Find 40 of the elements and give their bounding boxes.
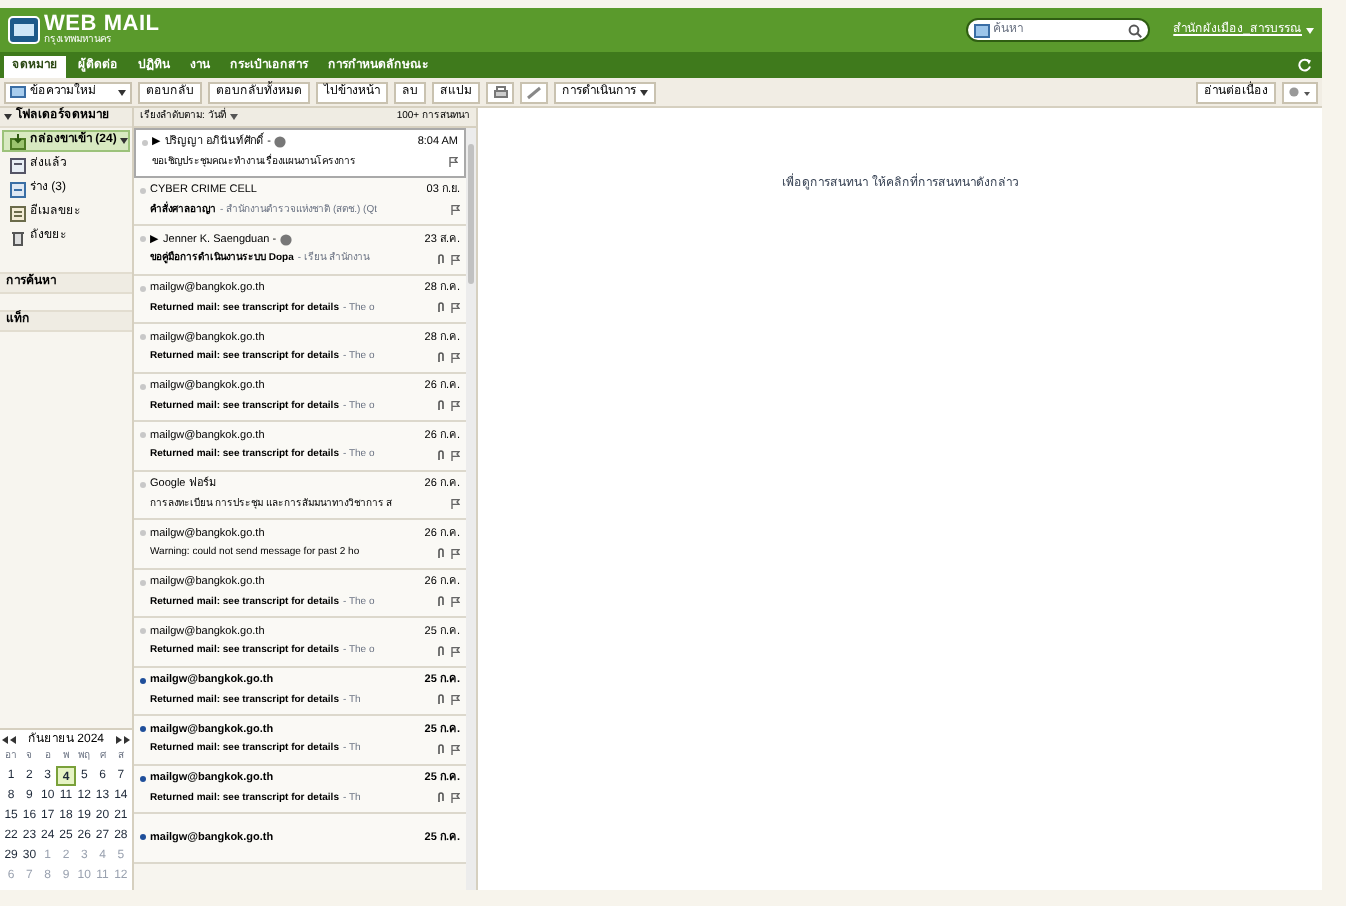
flag-icon	[450, 547, 460, 560]
flag-icon	[450, 351, 460, 364]
caret-icon	[1306, 27, 1314, 33]
caret-icon	[120, 138, 129, 144]
document-icon	[10, 157, 26, 173]
refresh-icon[interactable]	[1298, 58, 1312, 72]
flag-icon	[450, 694, 460, 707]
document-icon	[10, 205, 26, 221]
view-button[interactable]	[1282, 81, 1318, 103]
flag-icon	[450, 253, 460, 266]
flag-icon	[450, 743, 460, 756]
flag-icon	[450, 498, 460, 511]
magnifier-icon	[1288, 85, 1312, 99]
caret-icon	[640, 89, 648, 95]
next-icon[interactable]	[115, 736, 130, 744]
document-icon	[10, 181, 26, 197]
logo-icon	[8, 16, 40, 44]
flag-icon	[450, 204, 460, 217]
flag-icon	[450, 449, 460, 462]
envelope-icon	[10, 86, 26, 98]
previous-icon[interactable]	[2, 736, 16, 744]
scrollbar[interactable]	[466, 128, 476, 890]
trash-icon	[10, 229, 26, 245]
print-button[interactable]	[486, 81, 514, 103]
flag-icon	[448, 156, 458, 169]
tray-icon	[10, 133, 26, 149]
flag-icon	[450, 596, 460, 609]
flag-icon	[450, 302, 460, 315]
flag-icon	[450, 645, 460, 658]
caret-icon	[229, 114, 238, 120]
caret-icon	[4, 114, 12, 120]
flag-icon	[450, 400, 460, 413]
flag-icon	[450, 792, 460, 805]
mail-icon	[973, 23, 990, 37]
caret-icon	[118, 89, 126, 95]
printer-icon	[492, 85, 508, 99]
search-icon	[1127, 23, 1142, 37]
pencil-icon	[526, 85, 542, 99]
tag-button[interactable]	[520, 81, 548, 103]
logo-title: WEB MAIL	[44, 14, 160, 36]
